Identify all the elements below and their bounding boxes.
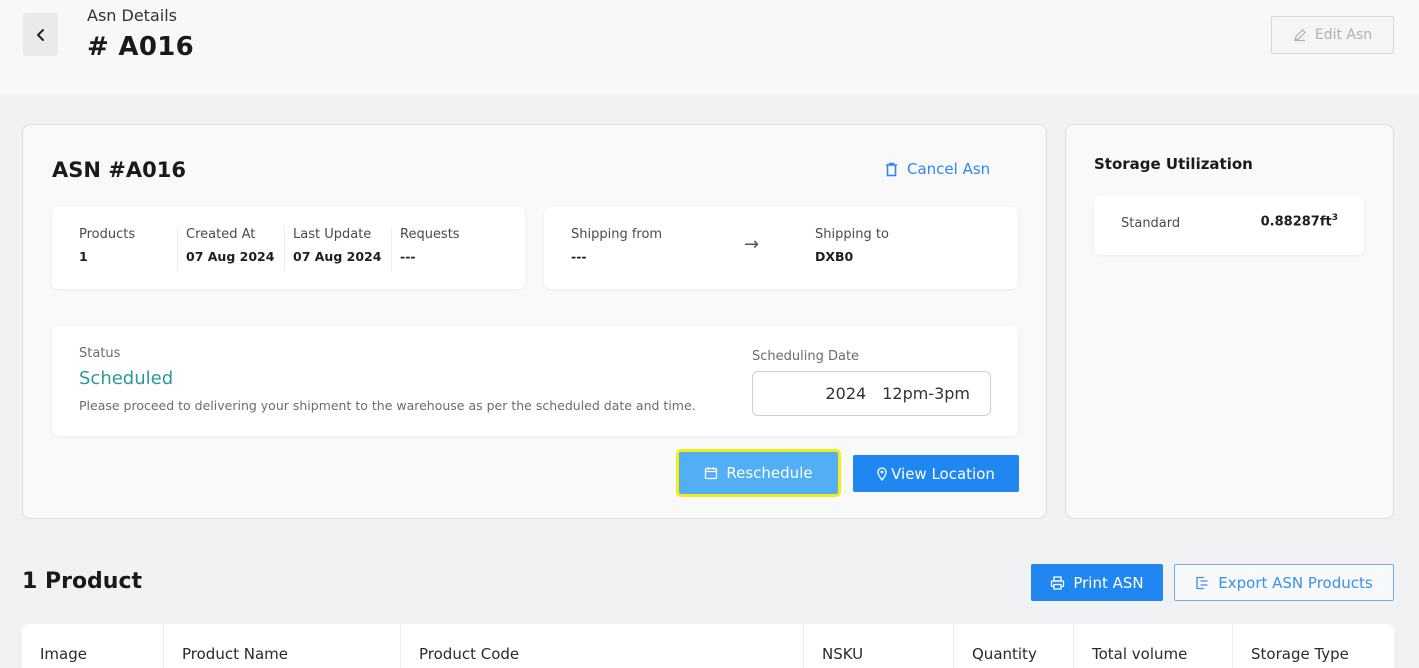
asn-info-box: Products 1 Created At 07 Aug 2024 Last U… bbox=[52, 207, 525, 289]
info-label: Requests bbox=[400, 227, 460, 242]
page-header: Asn Details # A016 Edit Asn bbox=[0, 0, 1419, 94]
scheduling-date-label: Scheduling Date bbox=[752, 349, 860, 364]
print-asn-button[interactable]: Print ASN bbox=[1031, 564, 1163, 601]
map-pin-icon bbox=[877, 466, 887, 481]
column-header-total-volume[interactable]: Total volume bbox=[1073, 624, 1232, 668]
column-header-product-name[interactable]: Product Name bbox=[163, 624, 400, 668]
info-label: Created At bbox=[186, 227, 256, 242]
view-location-label: View Location bbox=[891, 464, 995, 483]
column-header-nsku[interactable]: NSKU bbox=[803, 624, 953, 668]
storage-row: Standard 0.88287ft3 bbox=[1094, 195, 1364, 255]
last-update-info: Last Update 07 Aug 2024 bbox=[284, 227, 381, 271]
products-title: 1 Product bbox=[22, 569, 143, 594]
reschedule-label: Reschedule bbox=[726, 464, 813, 482]
column-header-image[interactable]: Image bbox=[22, 624, 163, 668]
view-location-button[interactable]: View Location bbox=[853, 455, 1019, 492]
status-label: Status bbox=[79, 346, 121, 361]
status-description: Please proceed to delivering your shipme… bbox=[79, 398, 696, 413]
created-at-info: Created At 07 Aug 2024 bbox=[177, 227, 274, 271]
page-title: # A016 bbox=[87, 32, 195, 62]
asn-card: ASN #A016 Cancel Asn Products 1 Created … bbox=[22, 124, 1047, 519]
scheduling-year: 2024 bbox=[825, 384, 867, 403]
back-button[interactable] bbox=[23, 13, 58, 56]
shipping-from: Shipping from --- bbox=[571, 227, 662, 271]
shipping-to-value: DXB0 bbox=[815, 249, 854, 264]
edit-asn-label: Edit Asn bbox=[1314, 27, 1373, 43]
export-asn-products-label: Export ASN Products bbox=[1218, 573, 1373, 592]
column-header-product-code[interactable]: Product Code bbox=[400, 624, 803, 668]
storage-number: 0.88287ft bbox=[1260, 214, 1332, 230]
info-value: --- bbox=[400, 249, 416, 264]
info-value: 07 Aug 2024 bbox=[293, 249, 382, 264]
printer-icon bbox=[1051, 575, 1065, 590]
shipping-from-value: --- bbox=[571, 249, 587, 264]
cancel-asn-button[interactable]: Cancel Asn bbox=[885, 160, 990, 178]
shipping-to-label: Shipping to bbox=[815, 227, 889, 242]
requests-info: Requests --- bbox=[391, 227, 460, 271]
storage-title: Storage Utilization bbox=[1094, 155, 1253, 173]
info-value: 1 bbox=[79, 249, 88, 264]
print-asn-label: Print ASN bbox=[1073, 573, 1144, 592]
scheduling-slot: 12pm-3pm bbox=[882, 384, 970, 403]
shipping-from-label: Shipping from bbox=[571, 227, 663, 242]
reschedule-button[interactable]: Reschedule bbox=[676, 449, 841, 497]
arrow-right-icon: → bbox=[744, 234, 760, 255]
shipping-box: Shipping from --- → Shipping to DXB0 bbox=[544, 207, 1018, 289]
edit-asn-button[interactable]: Edit Asn bbox=[1271, 16, 1394, 54]
column-header-storage-type[interactable]: Storage Type bbox=[1232, 624, 1394, 668]
status-value: Scheduled bbox=[79, 368, 174, 389]
products-info: Products 1 bbox=[79, 227, 135, 271]
calendar-icon bbox=[705, 467, 718, 480]
info-value: 07 Aug 2024 bbox=[186, 249, 275, 264]
pencil-icon bbox=[1293, 29, 1306, 42]
storage-unit-exponent: 3 bbox=[1331, 213, 1338, 223]
storage-value: 0.88287ft3 bbox=[1261, 213, 1338, 229]
info-label: Last Update bbox=[293, 227, 372, 242]
scheduling-date-field[interactable]: 2024 12pm-3pm bbox=[752, 371, 991, 416]
info-label: Products bbox=[79, 227, 136, 242]
trash-icon bbox=[886, 162, 897, 176]
cancel-asn-label: Cancel Asn bbox=[907, 160, 991, 178]
shipping-to: Shipping to DXB0 bbox=[815, 227, 889, 271]
column-header-quantity[interactable]: Quantity bbox=[953, 624, 1073, 668]
page-subtitle: Asn Details bbox=[87, 6, 177, 25]
storage-card: Storage Utilization Standard 0.88287ft3 bbox=[1065, 124, 1394, 519]
status-box: Status Scheduled Please proceed to deliv… bbox=[52, 326, 1018, 436]
export-asn-products-button[interactable]: Export ASN Products bbox=[1174, 564, 1394, 601]
products-table-header: Image Product Name Product Code NSKU Qua… bbox=[22, 624, 1394, 668]
export-icon bbox=[1196, 576, 1208, 589]
storage-label: Standard bbox=[1121, 216, 1181, 231]
chevron-left-icon bbox=[36, 28, 44, 41]
asn-title: ASN #A016 bbox=[52, 158, 186, 182]
